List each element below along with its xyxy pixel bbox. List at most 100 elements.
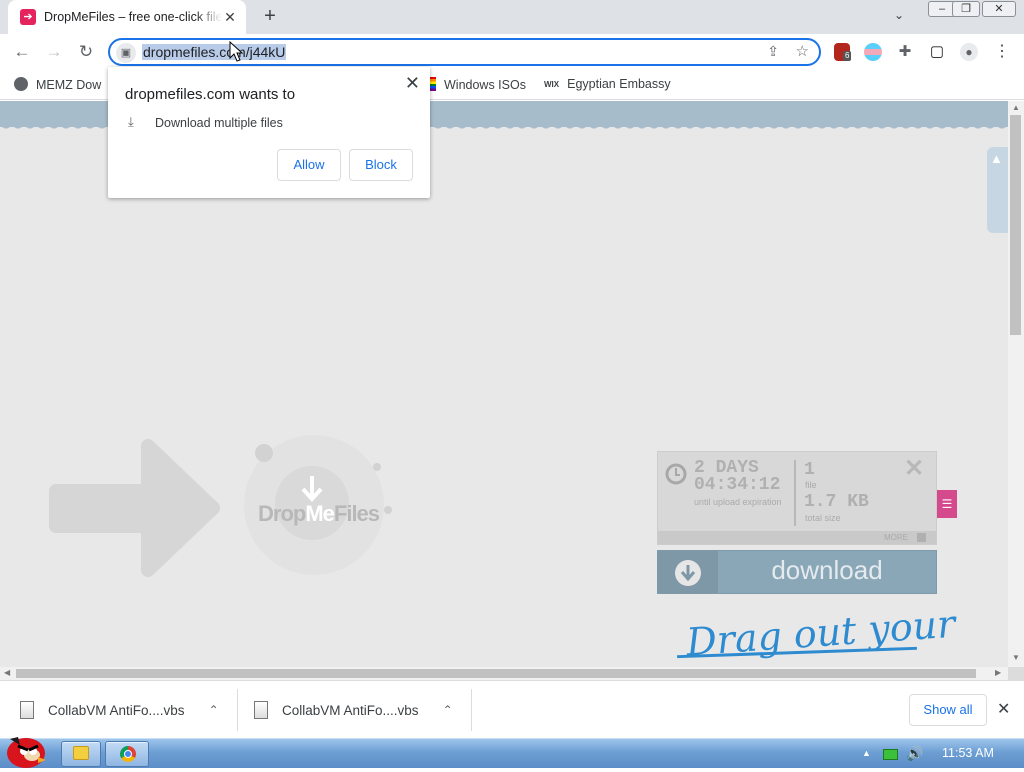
scroll-down-icon[interactable]: ▼ xyxy=(1012,653,1020,662)
permission-item: Download multiple files xyxy=(155,116,283,130)
clock-icon xyxy=(665,463,687,485)
feedback-tab-icon[interactable]: ☰ xyxy=(937,490,957,518)
tab-dropmefiles[interactable]: ➔ DropMeFiles – free one-click file shar… xyxy=(8,0,246,34)
expiration-caption: until upload expiration xyxy=(694,497,782,507)
permission-heading: dropmefiles.com wants to xyxy=(125,86,296,103)
tab-title: DropMeFiles – free one-click file sharin… xyxy=(44,10,222,24)
browser-toolbar: ← → ↻ ▣ dropmefiles.com/j44kU ⇪ ☆ 6 ✚ ▢ … xyxy=(0,34,1024,70)
share-icon[interactable]: ⇪ xyxy=(767,43,779,60)
download-button[interactable]: download xyxy=(657,550,937,594)
download-icon: ⤓ xyxy=(128,114,134,129)
files-caption: file xyxy=(805,480,817,490)
globe-icon xyxy=(14,77,28,91)
bookmark-star-icon[interactable]: ☆ xyxy=(796,42,809,60)
start-button[interactable] xyxy=(2,731,48,769)
dropmefiles-favicon-icon: ➔ xyxy=(20,9,36,25)
shelf-divider xyxy=(237,689,238,731)
chrome-icon xyxy=(120,746,136,762)
taskbar-explorer-button[interactable] xyxy=(61,741,101,767)
taskbar-chrome-button[interactable] xyxy=(105,741,149,767)
reload-button[interactable]: ↻ xyxy=(74,40,98,64)
side-panel-icon[interactable]: ▢ xyxy=(928,43,946,61)
expiration-time: 04:34:12 xyxy=(694,475,781,495)
back-button[interactable]: ← xyxy=(10,40,34,64)
ublock-badge: 6 xyxy=(843,51,852,61)
window-close-button[interactable]: ✕ xyxy=(982,1,1016,17)
logo-text: DropMeFiles xyxy=(258,501,380,527)
ublock-origin-icon[interactable]: 6 xyxy=(834,43,852,61)
dropmefiles-logo[interactable]: DropMeFiles xyxy=(238,431,392,581)
download-arrow-box xyxy=(658,551,718,593)
bookmark-windows-isos[interactable]: Windows ISOs xyxy=(428,77,526,92)
windows-taskbar: ▲ 🔊 11:53 AM xyxy=(0,737,1024,768)
vertical-scroll-thumb[interactable] xyxy=(1010,115,1021,335)
bookmark-label: MEMZ Dow xyxy=(36,78,102,92)
horizontal-scroll-thumb[interactable] xyxy=(16,669,976,678)
size-caption: total size xyxy=(805,513,841,523)
logo-me: Me xyxy=(305,501,335,526)
bookmark-memz[interactable]: MEMZ Dow xyxy=(14,77,101,92)
logo-files: Files xyxy=(333,501,380,526)
download-item[interactable]: CollabVM AntiFo....vbs ⌃ xyxy=(20,681,219,739)
download-filename: CollabVM AntiFo....vbs xyxy=(282,702,419,718)
volume-icon[interactable]: 🔊 xyxy=(906,745,923,762)
scroll-right-icon[interactable]: ▶ xyxy=(995,668,1001,677)
scroll-up-icon[interactable]: ▲ xyxy=(1012,103,1020,112)
folder-icon xyxy=(73,746,89,760)
taskbar-clock[interactable]: 11:53 AM xyxy=(942,746,994,760)
mouse-cursor-icon xyxy=(229,41,244,62)
allow-button[interactable]: Allow xyxy=(277,149,341,181)
vbs-file-icon xyxy=(254,701,268,719)
scroll-left-icon[interactable]: ◀ xyxy=(4,668,10,677)
menu-kebab-icon[interactable]: ⋮ xyxy=(993,43,1011,61)
info-divider xyxy=(794,460,796,526)
vbs-file-icon xyxy=(20,701,34,719)
more-label: MORE xyxy=(884,533,908,542)
bookmark-label: Egyptian Embassy xyxy=(567,77,671,91)
chevron-up-icon[interactable]: ⌃ xyxy=(209,703,219,717)
info-close-icon[interactable]: ✕ xyxy=(904,454,924,483)
shelf-close-icon[interactable]: ✕ xyxy=(997,699,1010,719)
tab-search-chevron-icon[interactable]: ⌄ xyxy=(894,8,904,22)
shelf-divider xyxy=(471,689,472,731)
total-size: 1.7 KB xyxy=(804,492,869,512)
show-all-button[interactable]: Show all xyxy=(909,694,987,726)
upload-info-card: 2 DAYS 04:34:12 until upload expiration … xyxy=(657,451,937,545)
new-tab-button[interactable]: + xyxy=(258,6,282,28)
logo-drop: Drop xyxy=(258,501,306,526)
horizontal-scrollbar[interactable]: ◀ ▶ xyxy=(0,667,1008,680)
lock-icon[interactable]: ▣ xyxy=(116,43,136,63)
extensions-puzzle-icon[interactable]: ✚ xyxy=(896,43,914,61)
social-like-tab[interactable]: ▲ xyxy=(987,147,1008,233)
scrollbar-corner xyxy=(1008,667,1024,680)
profile-ext-icon[interactable] xyxy=(864,43,882,61)
bookmark-label: Windows ISOs xyxy=(444,78,526,92)
account-avatar-icon[interactable]: ● xyxy=(960,43,978,61)
bookmark-egyptian-embassy[interactable]: WIX Egyptian Embassy xyxy=(544,77,671,91)
url-text[interactable]: dropmefiles.com/j44kU xyxy=(142,44,287,60)
network-icon[interactable] xyxy=(883,749,898,760)
address-bar[interactable]: ▣ dropmefiles.com/j44kU ⇪ ☆ xyxy=(108,38,821,66)
files-count: 1 xyxy=(804,460,815,480)
more-bar[interactable]: MORE xyxy=(658,531,936,544)
download-label: download xyxy=(771,555,883,585)
angry-bird-start-icon xyxy=(7,737,46,768)
block-button[interactable]: Block xyxy=(349,149,413,181)
chevron-up-icon[interactable]: ⌃ xyxy=(443,703,453,717)
more-plus-icon xyxy=(917,533,926,542)
tab-strip: ➔ DropMeFiles – free one-click file shar… xyxy=(0,0,1024,34)
download-item[interactable]: CollabVM AntiFo....vbs ⌃ xyxy=(254,681,453,739)
wix-icon: WIX xyxy=(544,80,560,89)
vertical-scrollbar[interactable]: ▲ ▼ xyxy=(1008,101,1024,667)
arrow-graphic-icon xyxy=(49,439,220,577)
download-arrow-icon xyxy=(675,560,701,586)
tab-close-icon[interactable]: ✕ xyxy=(222,9,238,26)
permission-close-icon[interactable]: ✕ xyxy=(405,73,420,94)
tray-expand-icon[interactable]: ▲ xyxy=(862,748,871,758)
downloads-shelf: CollabVM AntiFo....vbs ⌃ CollabVM AntiFo… xyxy=(0,680,1024,738)
thumbs-up-icon: ▲ xyxy=(990,151,1003,166)
download-filename: CollabVM AntiFo....vbs xyxy=(48,702,185,718)
forward-button[interactable]: → xyxy=(42,40,66,64)
permission-popup: dropmefiles.com wants to ✕ ⤓ Download mu… xyxy=(108,67,430,198)
restore-button[interactable]: ❐ xyxy=(952,1,980,17)
